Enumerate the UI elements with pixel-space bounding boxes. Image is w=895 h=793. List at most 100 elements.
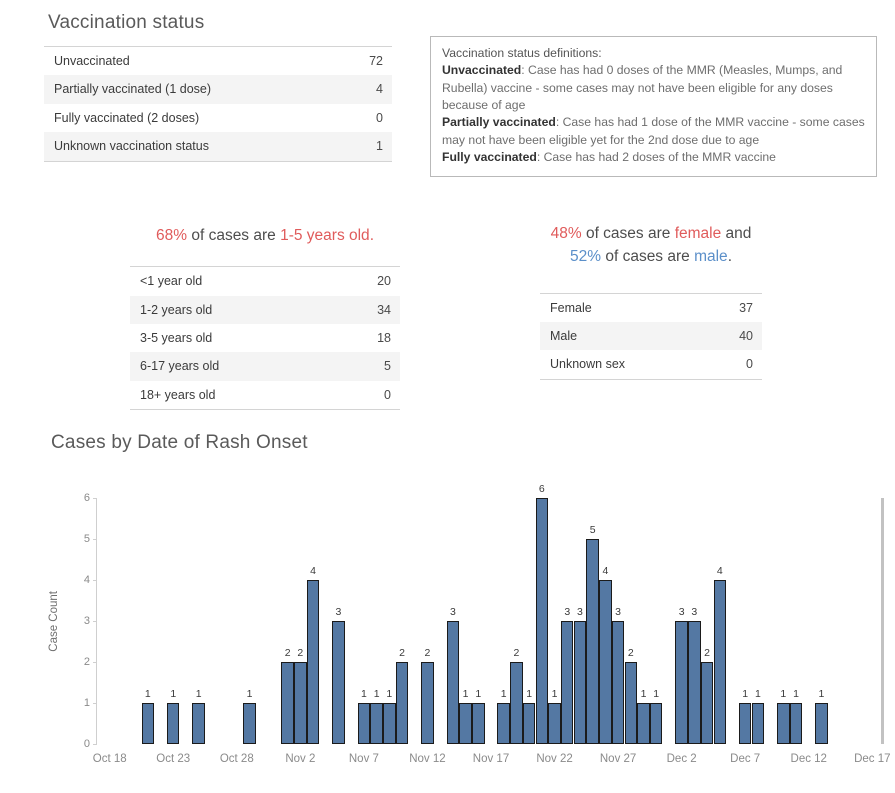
sex-row-label: Female (550, 300, 592, 315)
x-axis-tick: Oct 28 (219, 753, 254, 765)
chart-bar[interactable] (459, 703, 472, 744)
chart-bar[interactable] (637, 703, 650, 744)
chart-bar[interactable] (472, 703, 485, 744)
chart-bar-label: 1 (246, 688, 253, 700)
y-axis-tick: 3 (84, 615, 98, 627)
y-axis-tick: 4 (84, 574, 98, 586)
chart-bar[interactable] (357, 703, 371, 744)
definition-term: Fully vaccinated (442, 149, 537, 164)
chart-bar[interactable] (522, 703, 536, 744)
sex-callout: 48% of cases are female and 52% of cases… (540, 222, 762, 269)
vaccination-status-row[interactable]: Unvaccinated 72 (44, 47, 392, 75)
x-axis-tick: Nov 12 (409, 753, 446, 765)
sex-row[interactable]: Unknown sex 0 (540, 350, 762, 378)
age-row[interactable]: 1-2 years old 34 (130, 295, 400, 324)
chart-bar[interactable] (497, 703, 510, 744)
chart-bar-label: 3 (564, 606, 571, 618)
age-row[interactable]: <1 year old 20 (130, 267, 400, 295)
sex-row[interactable]: Female 37 (540, 294, 762, 322)
definitions-heading: Vaccination status definitions: (442, 46, 602, 60)
chart-bar-label: 2 (513, 647, 520, 659)
chart-bar[interactable] (141, 703, 155, 744)
age-row[interactable]: 6-17 years old 5 (130, 352, 400, 381)
chart-bar[interactable] (649, 703, 663, 744)
age-row-label: 3-5 years old (140, 330, 213, 345)
vaccination-status-row[interactable]: Fully vaccinated (2 doses) 0 (44, 104, 392, 132)
chart-bar-label: 1 (144, 688, 151, 700)
chart-bar-label: 3 (335, 606, 342, 618)
chart-bar-label: 1 (754, 688, 761, 700)
vaccination-definitions-box: Vaccination status definitions: Unvaccin… (430, 36, 877, 178)
chart-bar-label: 2 (284, 647, 291, 659)
chart-bar-label: 2 (297, 647, 304, 659)
chart-bar[interactable] (332, 621, 345, 744)
chart-bar[interactable] (510, 662, 523, 744)
sex-row[interactable]: Male 40 (540, 321, 762, 351)
chart-bar[interactable] (446, 621, 460, 744)
chart-bar[interactable] (611, 621, 625, 744)
chart-bar-label: 1 (360, 688, 367, 700)
chart-bar[interactable] (395, 662, 409, 744)
chart-bar[interactable] (700, 662, 714, 744)
chart-bar[interactable] (370, 703, 383, 744)
chart-bar[interactable] (815, 703, 828, 744)
chart-bar-label: 6 (538, 483, 545, 495)
chart-bar[interactable] (421, 662, 434, 744)
chart-bar[interactable] (548, 703, 561, 744)
chart-bar[interactable] (561, 621, 574, 744)
chart-bar[interactable] (281, 662, 294, 744)
chart-bar-label: 1 (475, 688, 482, 700)
chart-bar[interactable] (306, 580, 320, 744)
chart-bar[interactable] (751, 703, 765, 744)
chart-bar[interactable] (738, 703, 752, 744)
x-axis-tick: Nov 22 (536, 753, 573, 765)
chart-bar-label: 2 (627, 647, 634, 659)
chart-bar[interactable] (167, 703, 180, 744)
sex-row-label: Unknown sex (550, 357, 626, 372)
chart-bar[interactable] (192, 703, 205, 744)
sex-callout-mid1: of cases are (581, 225, 675, 242)
chart-bar[interactable] (535, 498, 549, 744)
definition-text: : Case has had 2 doses of the MMR vaccin… (536, 149, 776, 164)
age-callout-end: . (369, 227, 374, 244)
x-axis-tick: Nov 2 (285, 753, 316, 765)
chart-bar[interactable] (586, 539, 599, 744)
chart-bar[interactable] (688, 621, 701, 744)
chart-bar[interactable] (599, 580, 612, 744)
sex-row-value: 40 (739, 328, 753, 343)
x-axis-tick: Nov 17 (472, 753, 510, 765)
chart-bar[interactable] (789, 703, 803, 744)
chart-bar[interactable] (713, 580, 726, 744)
definition-item: Partially vaccinated: Case has had 1 dos… (442, 114, 865, 149)
chart-bar-label: 1 (373, 688, 380, 700)
dashboard-page: Vaccination status Unvaccinated 72 Partial… (0, 0, 895, 793)
age-row[interactable]: 18+ years old 0 (130, 381, 400, 409)
sex-panel: 48% of cases are female and 52% of cases… (540, 222, 762, 380)
sex-callout-end: . (727, 248, 732, 266)
sex-callout-mid2: of cases are (601, 248, 695, 266)
chart-bar-label: 3 (449, 606, 456, 618)
chart-bar-label: 1 (195, 688, 202, 700)
vaccination-status-panel: Vaccination status Unvaccinated 72 Partial… (44, 12, 392, 162)
age-row[interactable]: 3-5 years old 18 (130, 324, 400, 352)
chart-bar[interactable] (777, 703, 790, 744)
rash-onset-chart-panel: Cases by Date of Rash Onset Case Count 0… (44, 432, 891, 782)
chart-bar-label: 1 (818, 688, 825, 700)
y-axis-tick: 2 (84, 656, 98, 668)
chart-bar-label: 3 (691, 606, 698, 618)
chart-bar[interactable] (624, 662, 638, 744)
chart-bar[interactable] (294, 662, 307, 744)
plot-frame: 0 1 2 3 4 5 6 Oct 18 Oct 23 Oct 28 Nov 2 Nov 7 Nov 1… (84, 483, 891, 765)
chart-bar[interactable] (675, 621, 688, 744)
chart-bar[interactable] (573, 621, 587, 744)
x-axis-tick: Oct 23 (156, 753, 191, 765)
vaccination-status-row[interactable]: Unknown vaccination status 1 (44, 132, 392, 161)
vaccination-status-row-value: 4 (376, 82, 383, 97)
vaccination-status-row[interactable]: Partially vaccinated (1 dose) 4 (44, 75, 392, 104)
definition-term: Unvaccinated (442, 63, 522, 78)
chart-bar[interactable] (243, 703, 256, 744)
chart-bar[interactable] (383, 703, 396, 744)
sex-callout-female-word: female (674, 225, 722, 242)
chart-bar-label: 1 (653, 688, 660, 700)
x-axis-tick: Nov 27 (599, 753, 637, 765)
